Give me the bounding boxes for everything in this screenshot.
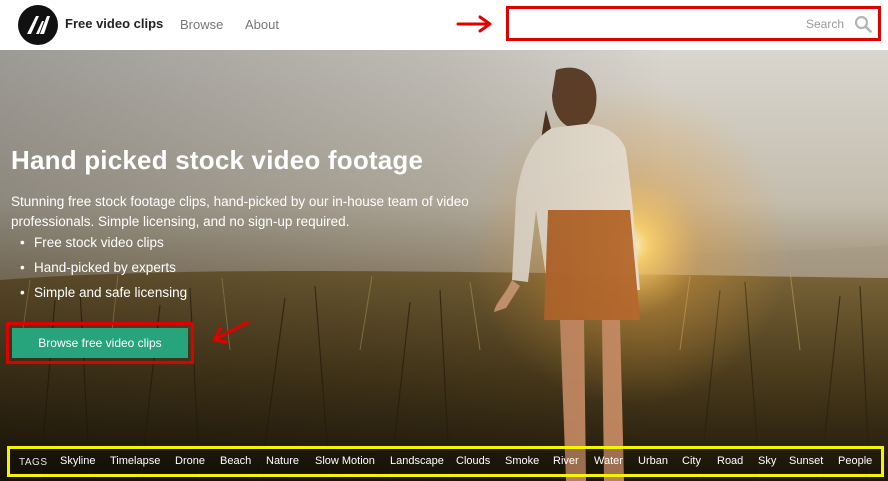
nav-browse-link[interactable]: Browse bbox=[180, 17, 223, 32]
tag-city[interactable]: City bbox=[682, 455, 701, 467]
site-header: Free video clips Browse About Search bbox=[0, 0, 888, 50]
annotation-arrow-icon bbox=[456, 15, 492, 33]
tag-nature[interactable]: Nature bbox=[266, 455, 299, 467]
hero-description: Stunning free stock footage clips, hand-… bbox=[11, 194, 469, 229]
tag-slow-motion[interactable]: Slow Motion bbox=[315, 455, 375, 467]
tag-people[interactable]: People bbox=[838, 455, 872, 467]
tag-timelapse[interactable]: Timelapse bbox=[110, 455, 160, 467]
search-box: Search bbox=[506, 6, 881, 41]
tag-river[interactable]: River bbox=[553, 455, 579, 467]
annotation-arrow-icon bbox=[212, 320, 250, 344]
tag-smoke[interactable]: Smoke bbox=[505, 455, 539, 467]
search-placeholder: Search bbox=[805, 17, 844, 31]
feature-item: Free stock video clips bbox=[20, 233, 187, 258]
tag-beach[interactable]: Beach bbox=[220, 455, 251, 467]
feature-list: Free stock video clips Hand-picked by ex… bbox=[20, 233, 187, 308]
search-input[interactable] bbox=[517, 11, 797, 36]
logo-mark-icon bbox=[27, 16, 50, 34]
tag-sky[interactable]: Sky bbox=[758, 455, 776, 467]
search-icon[interactable] bbox=[854, 15, 872, 33]
tag-road[interactable]: Road bbox=[717, 455, 743, 467]
cta-annotation-frame: Browse free video clips bbox=[6, 322, 194, 364]
feature-item: Simple and safe licensing bbox=[20, 283, 187, 308]
site-logo[interactable] bbox=[18, 5, 58, 45]
tag-drone[interactable]: Drone bbox=[175, 455, 205, 467]
tag-landscape[interactable]: Landscape bbox=[390, 455, 444, 467]
tag-clouds[interactable]: Clouds bbox=[456, 455, 490, 467]
tag-skyline[interactable]: Skyline bbox=[60, 455, 95, 467]
browse-free-clips-button[interactable]: Browse free video clips bbox=[12, 328, 188, 358]
brand-name[interactable]: Free video clips bbox=[65, 16, 163, 31]
nav-about-link[interactable]: About bbox=[245, 17, 279, 32]
tags-bar: TAGS Skyline Timelapse Drone Beach Natur… bbox=[7, 446, 884, 477]
hero-title: Hand picked stock video footage bbox=[11, 145, 424, 175]
tag-sunset[interactable]: Sunset bbox=[789, 455, 823, 467]
tag-water[interactable]: Water bbox=[594, 455, 623, 467]
tag-urban[interactable]: Urban bbox=[638, 455, 668, 467]
feature-item: Hand-picked by experts bbox=[20, 258, 187, 283]
tags-label: TAGS bbox=[19, 457, 48, 468]
hero-section: Hand picked stock video footage Stunning… bbox=[0, 50, 888, 481]
